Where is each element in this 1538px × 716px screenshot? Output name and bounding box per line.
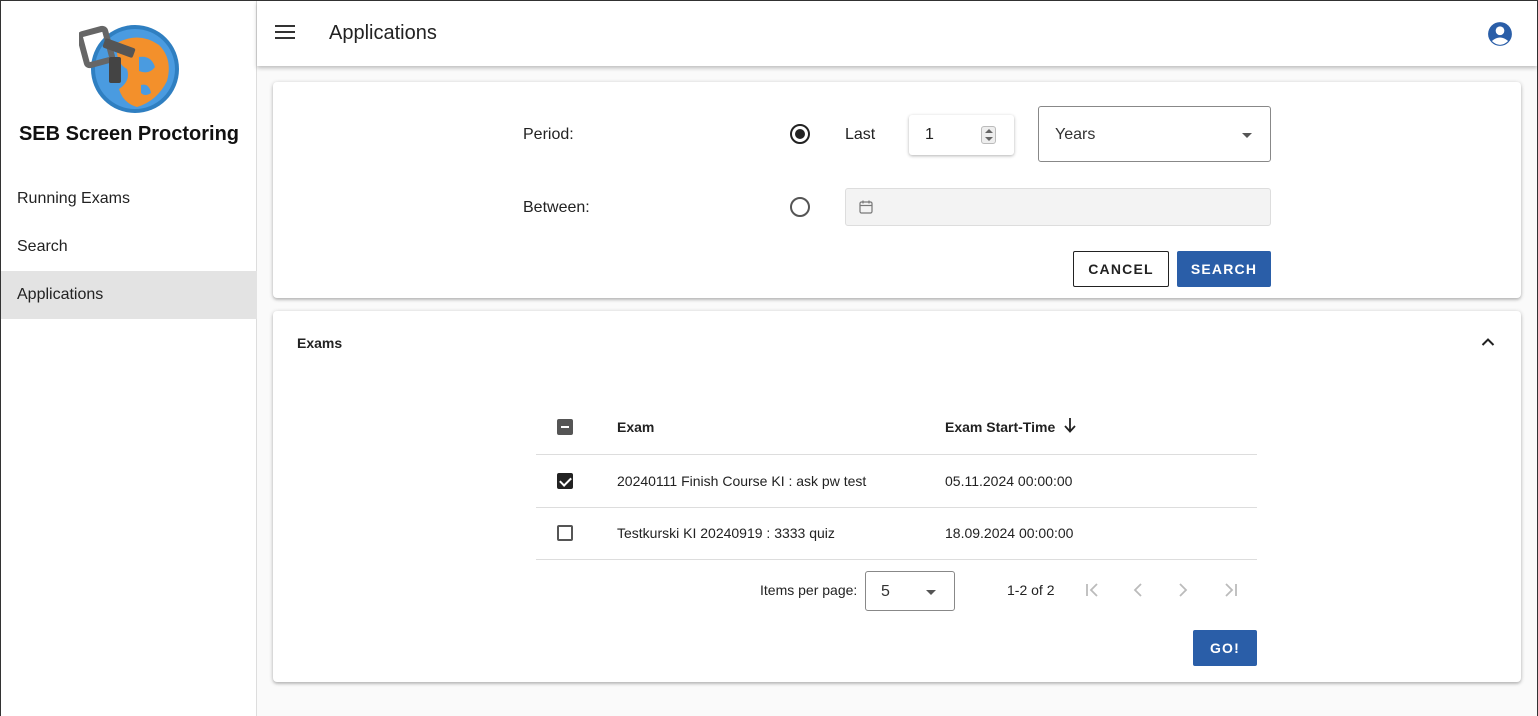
caret-down-icon — [1242, 133, 1252, 138]
last-value: 1 — [925, 126, 934, 143]
table-row[interactable]: Testkurski KI 20240919 : 3333 quiz 18.09… — [536, 507, 1257, 560]
between-label: Between: — [523, 199, 590, 216]
menu-icon[interactable] — [275, 25, 295, 41]
sidebar-item-search[interactable]: Search — [1, 223, 257, 271]
search-button[interactable]: SEARCH — [1177, 251, 1271, 287]
last-label: Last — [845, 126, 876, 143]
items-per-page-label: Items per page: — [760, 582, 858, 598]
filter-card: Period: Last 1 Years Between: CANCEL SEA… — [273, 82, 1521, 298]
go-button[interactable]: GO! — [1193, 630, 1257, 666]
column-exam[interactable]: Exam — [617, 419, 654, 435]
between-radio[interactable] — [790, 197, 810, 217]
pagination-range: 1-2 of 2 — [1007, 582, 1055, 598]
period-radio[interactable] — [790, 124, 810, 144]
table-row[interactable]: 20240111 Finish Course KI : ask pw test … — [536, 455, 1257, 508]
sidebar-item-applications[interactable]: Applications — [1, 271, 257, 319]
first-page-icon[interactable] — [1084, 581, 1102, 599]
items-per-page-select[interactable]: 5 — [865, 571, 955, 611]
exams-card: Exams Exam Exam Start-Time 20240111 Fini… — [273, 311, 1521, 682]
exam-start-time: 05.11.2024 00:00:00 — [945, 473, 1073, 489]
period-unit-select[interactable]: Years — [1038, 106, 1271, 162]
chevron-up-icon[interactable] — [1481, 337, 1495, 347]
seb-logo — [79, 25, 179, 113]
prev-page-icon[interactable] — [1129, 581, 1147, 599]
cancel-button[interactable]: CANCEL — [1073, 251, 1169, 287]
next-page-icon[interactable] — [1174, 581, 1192, 599]
top-bar: Applications — [257, 1, 1537, 66]
last-page-icon[interactable] — [1221, 581, 1239, 599]
caret-down-icon — [926, 590, 936, 595]
app-title: SEB Screen Proctoring — [18, 123, 240, 145]
row-checkbox[interactable] — [557, 525, 573, 541]
period-unit-value: Years — [1055, 126, 1096, 143]
select-all-checkbox[interactable] — [557, 419, 573, 435]
sidebar-item-running-exams[interactable]: Running Exams — [1, 175, 257, 223]
table-header: Exam Exam Start-Time — [536, 399, 1257, 455]
last-value-input[interactable]: 1 — [909, 115, 1014, 155]
account-icon[interactable] — [1487, 21, 1513, 47]
row-checkbox[interactable] — [557, 473, 573, 489]
spinner-icon[interactable] — [981, 126, 996, 144]
sidebar: SEB Screen Proctoring Running Exams Sear… — [1, 1, 257, 716]
exam-name: 20240111 Finish Course KI : ask pw test — [617, 473, 867, 489]
exam-start-time: 18.09.2024 00:00:00 — [945, 525, 1074, 541]
items-per-page-value: 5 — [881, 583, 890, 600]
exam-name: Testkurski KI 20240919 : 3333 quiz — [617, 525, 835, 541]
column-start-time[interactable]: Exam Start-Time — [945, 419, 1055, 435]
calendar-icon — [859, 200, 873, 214]
period-label: Period: — [523, 126, 574, 143]
arrow-down-icon[interactable] — [1064, 417, 1076, 433]
exams-title: Exams — [297, 335, 343, 351]
date-range-input[interactable] — [845, 188, 1271, 226]
page-title: Applications — [329, 22, 437, 44]
